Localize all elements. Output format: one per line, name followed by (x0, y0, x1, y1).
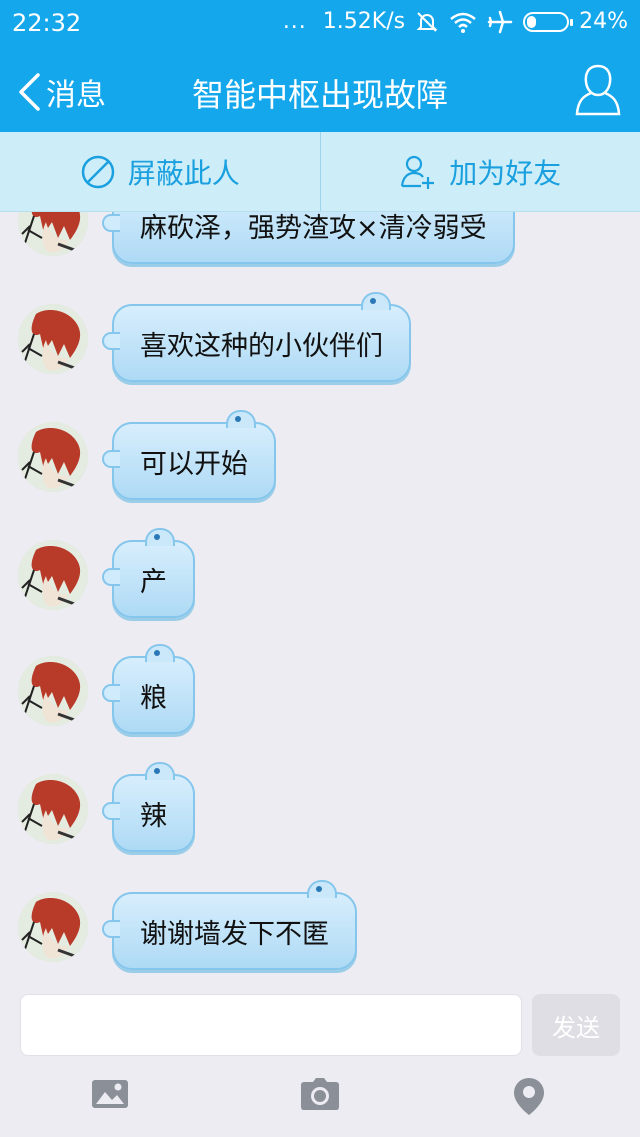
battery-percent: 24% (579, 9, 628, 34)
bell-muted-icon (416, 11, 438, 32)
message-text: 粮 (140, 682, 167, 714)
message-input[interactable] (20, 994, 522, 1056)
more-dots: ... (282, 9, 307, 34)
bubble-decoration (226, 410, 256, 428)
input-area: 发送 (0, 986, 640, 1137)
message-item: 麻砍泽，强势渣攻×清冷弱受 (18, 212, 618, 276)
profile-icon[interactable] (574, 62, 622, 118)
message-bubble[interactable]: 可以开始 (102, 410, 276, 500)
avatar[interactable] (18, 422, 88, 492)
block-user-label: 屏蔽此人 (127, 156, 240, 190)
message-text: 可以开始 (140, 448, 248, 480)
message-bubble[interactable]: 产 (102, 528, 195, 618)
network-speed: 1.52K/s (322, 9, 406, 34)
message-text: 谢谢墙发下不匿 (140, 918, 329, 950)
message-text: 辣 (140, 800, 167, 832)
page-title: 智能中枢出现故障 (191, 76, 448, 114)
battery-icon (523, 11, 574, 32)
avatar[interactable] (18, 212, 88, 256)
location-icon[interactable] (512, 1076, 546, 1116)
block-icon (81, 155, 114, 188)
bubble-decoration (145, 762, 175, 780)
message-bubble[interactable]: 辣 (102, 762, 195, 852)
add-user-icon (401, 155, 435, 189)
message-item: 可以开始 (18, 410, 618, 512)
message-item: 辣 (18, 762, 618, 864)
status-time: 22:32 (12, 9, 82, 37)
input-toolbar (0, 1076, 640, 1126)
message-text: 产 (140, 566, 167, 598)
block-user-button[interactable]: 屏蔽此人 (0, 132, 320, 211)
avatar[interactable] (18, 774, 88, 844)
bubble-decoration (145, 528, 175, 546)
avatar[interactable] (18, 656, 88, 726)
message-text: 麻砍泽，强势渣攻×清冷弱受 (140, 212, 487, 244)
avatar[interactable] (18, 540, 88, 610)
bubble-decoration (307, 880, 337, 898)
message-bubble[interactable]: 麻砍泽，强势渣攻×清冷弱受 (102, 212, 515, 264)
send-button[interactable]: 发送 (532, 994, 620, 1056)
message-bubble[interactable]: 谢谢墙发下不匿 (102, 880, 357, 970)
add-friend-label: 加为好友 (449, 156, 562, 190)
message-item: 喜欢这种的小伙伴们 (18, 292, 618, 394)
bubble-decoration (145, 644, 175, 662)
camera-icon[interactable] (300, 1076, 340, 1112)
message-list[interactable]: 麻砍泽，强势渣攻×清冷弱受 喜欢这种的小伙伴们 可以开始 产 粮 辣 谢谢墙发下… (0, 212, 640, 986)
message-item: 谢谢墙发下不匿 (18, 880, 618, 982)
avatar[interactable] (18, 892, 88, 962)
avatar[interactable] (18, 304, 88, 374)
wifi-icon (450, 12, 476, 33)
contact-action-bar: 屏蔽此人 加为好友 (0, 132, 640, 212)
status-bar: 22:32 ... 1.52K/s 24% (0, 0, 640, 48)
message-bubble[interactable]: 喜欢这种的小伙伴们 (102, 292, 411, 382)
add-friend-button[interactable]: 加为好友 (321, 132, 640, 211)
airplane-mode-icon (487, 10, 513, 33)
message-item: 产 (18, 528, 618, 630)
message-text: 喜欢这种的小伙伴们 (140, 330, 383, 362)
message-item: 粮 (18, 644, 618, 746)
title-bar: 消息 智能中枢出现故障 (0, 48, 640, 132)
image-icon[interactable] (90, 1076, 130, 1112)
status-right: ... 1.52K/s 24% (283, 9, 628, 34)
bubble-decoration (361, 292, 391, 310)
message-bubble[interactable]: 粮 (102, 644, 195, 734)
